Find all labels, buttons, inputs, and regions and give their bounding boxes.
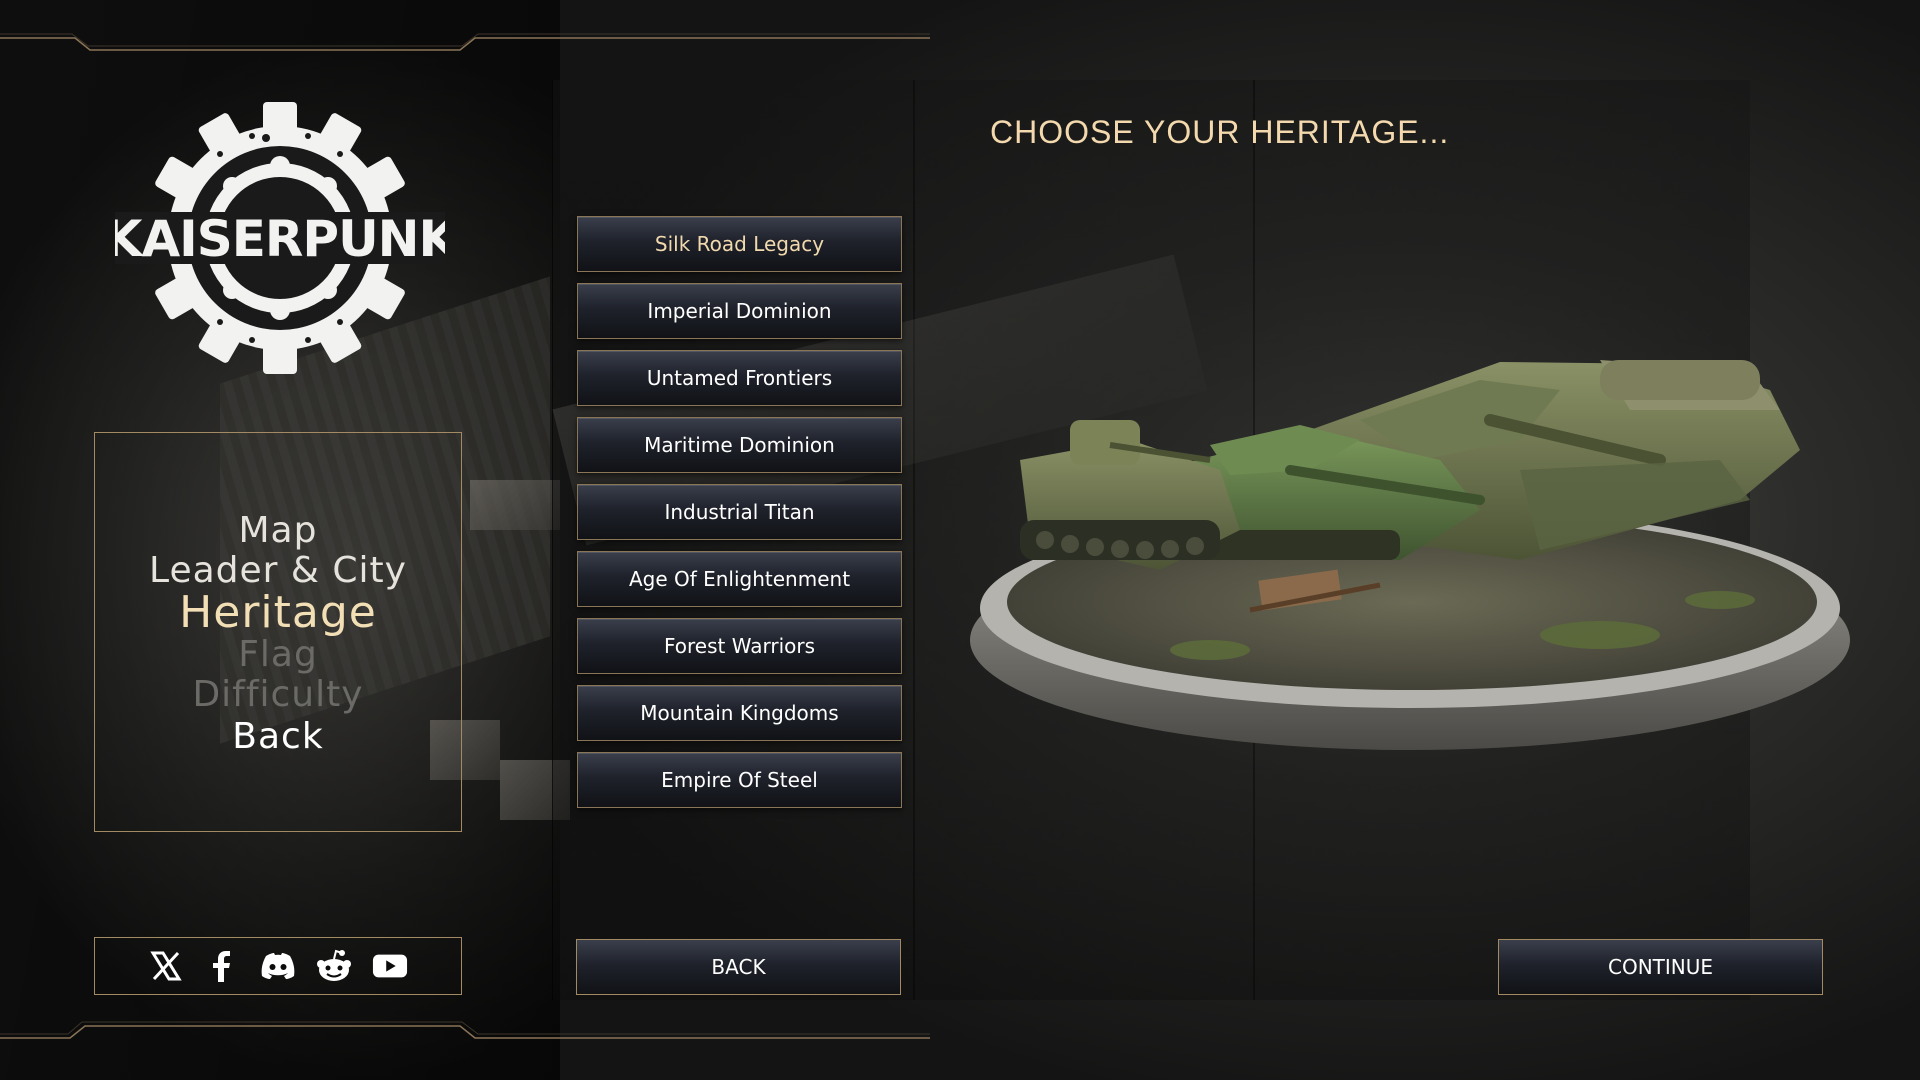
- heritage-option-mountain-kingdoms[interactable]: Mountain Kingdoms: [577, 685, 902, 741]
- heritage-option-empire-of-steel[interactable]: Empire Of Steel: [577, 752, 902, 808]
- heritage-preview-diorama: [970, 360, 1850, 750]
- heritage-option-industrial-titan[interactable]: Industrial Titan: [577, 484, 902, 540]
- menu-item-heritage[interactable]: Heritage: [95, 591, 461, 635]
- heritage-option-silk-road-legacy[interactable]: Silk Road Legacy: [577, 216, 902, 272]
- reddit-icon[interactable]: [316, 948, 352, 984]
- heritage-option-age-of-enlightenment[interactable]: Age Of Enlightenment: [577, 551, 902, 607]
- menu-item-map[interactable]: Map: [95, 513, 461, 549]
- frame-bottom-ornament: [0, 1021, 930, 1039]
- game-screen: KAISERPUNK Map Leader & City Heritage Fl…: [0, 0, 1920, 1080]
- setup-steps-menu: Map Leader & City Heritage Flag Difficul…: [94, 432, 462, 832]
- heritage-option-untamed-frontiers[interactable]: Untamed Frontiers: [577, 350, 902, 406]
- menu-item-flag: Flag: [238, 634, 318, 675]
- discord-icon[interactable]: [260, 948, 296, 984]
- frame-top-ornament: [0, 33, 930, 51]
- heritage-options-list: Silk Road Legacy Imperial Dominion Untam…: [577, 216, 902, 819]
- heritage-option-forest-warriors[interactable]: Forest Warriors: [577, 618, 902, 674]
- continue-button[interactable]: CONTINUE: [1498, 939, 1823, 995]
- heritage-option-imperial-dominion[interactable]: Imperial Dominion: [577, 283, 902, 339]
- back-button[interactable]: BACK: [576, 939, 901, 995]
- social-links: [94, 937, 462, 995]
- heritage-option-maritime-dominion[interactable]: Maritime Dominion: [577, 417, 902, 473]
- menu-item-difficulty: Difficulty: [192, 674, 364, 715]
- svg-text:KAISERPUNK: KAISERPUNK: [115, 210, 445, 268]
- kaiserpunk-logo: KAISERPUNK: [115, 102, 445, 374]
- menu-item-back[interactable]: Back: [95, 719, 461, 755]
- page-title: CHOOSE YOUR HERITAGE...: [990, 114, 1450, 150]
- menu-item-leader-city[interactable]: Leader & City: [95, 553, 461, 589]
- youtube-icon[interactable]: [372, 948, 408, 984]
- x-icon[interactable]: [148, 948, 184, 984]
- facebook-icon[interactable]: [204, 948, 240, 984]
